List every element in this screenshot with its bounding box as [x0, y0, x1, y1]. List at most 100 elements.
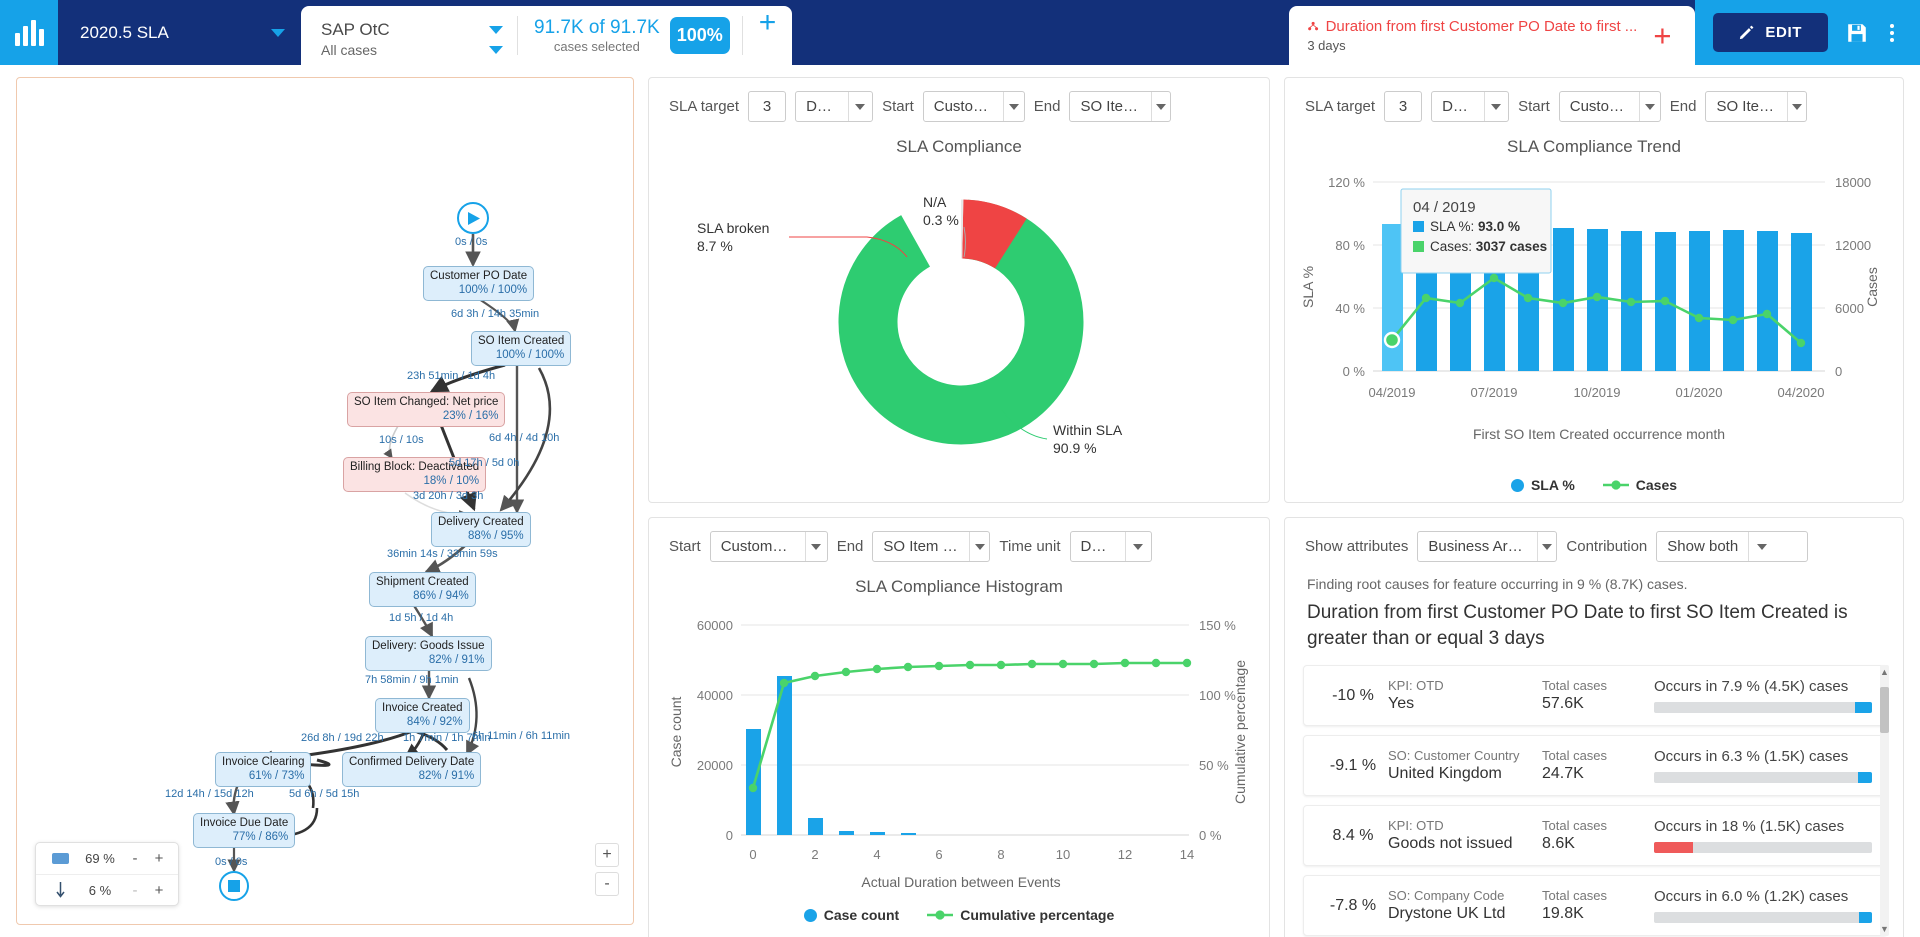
- chevron-down-icon: [489, 46, 503, 54]
- kebab-menu-icon[interactable]: [1886, 20, 1898, 46]
- sla-trend-chart[interactable]: 120 % 80 % 40 % 0 % 18000 12000 6000 0 S…: [1285, 157, 1903, 477]
- legend-item-cumulative[interactable]: Cumulative percentage: [927, 907, 1114, 923]
- map-zoom-controls: + -: [595, 843, 619, 896]
- sla-compliance-donut[interactable]: N/A 0.3 % SLA broken 8.7 % Within SLA 90…: [649, 157, 1269, 502]
- total-cases-label: Total cases: [1542, 818, 1654, 833]
- start-event-value: Custome...: [924, 98, 1003, 115]
- process-node-pct: 84% / 92%: [382, 715, 463, 729]
- legend-label-cumulative: Cumulative percentage: [960, 907, 1114, 923]
- edit-button[interactable]: EDIT: [1713, 13, 1828, 52]
- process-node-label: Delivery: Goods Issue: [372, 640, 485, 652]
- activity-slider-row[interactable]: 69 % - +: [36, 843, 178, 874]
- activity-slider-plus[interactable]: +: [149, 850, 169, 867]
- process-node-pct: 86% / 94%: [376, 589, 469, 603]
- contribution-percent: -9.1 %: [1318, 757, 1388, 775]
- save-icon[interactable]: [1846, 22, 1868, 44]
- process-node[interactable]: SO Item Changed: Net price 23% / 16%: [347, 392, 505, 427]
- zoom-in-button[interactable]: +: [595, 843, 619, 867]
- legend-dot-case-count: [804, 909, 817, 922]
- root-cause-row[interactable]: 8.4 % KPI: OTD Goods not issued Total ca…: [1303, 805, 1887, 866]
- datasource-selector[interactable]: SAP OtC: [321, 20, 503, 40]
- x-tick: 12: [1118, 847, 1132, 862]
- tooltip-title: 04 / 2019: [1413, 199, 1476, 216]
- path-slider-plus[interactable]: +: [149, 882, 169, 899]
- process-edge-label: 3d 20h / 3d 3h: [413, 490, 483, 502]
- root-cause-row[interactable]: -7.8 % SO: Company Code Drystone UK Ltd …: [1303, 875, 1887, 936]
- selection-percent-badge: 100%: [670, 17, 730, 54]
- contribution-select[interactable]: Show both: [1656, 531, 1808, 562]
- y2-tick: 18000: [1835, 175, 1871, 190]
- process-node-pct: 82% / 91%: [349, 769, 474, 783]
- tooltip-row-1: SLA %: 93.0 %: [1430, 219, 1520, 234]
- root-cause-row[interactable]: -9.1 % SO: Customer Country United Kingd…: [1303, 735, 1887, 796]
- process-node[interactable]: Delivery: Goods Issue 82% / 91%: [365, 636, 492, 671]
- total-cases-label: Total cases: [1542, 748, 1654, 763]
- show-attributes-select[interactable]: Business Area¸Co...: [1417, 531, 1557, 562]
- path-slider-minus[interactable]: -: [125, 882, 145, 899]
- process-node-label: Invoice Due Date: [200, 817, 288, 829]
- start-label: Start: [669, 538, 701, 555]
- process-node[interactable]: SO Item Created 100% / 100%: [471, 331, 571, 366]
- zoom-out-button[interactable]: -: [595, 872, 619, 896]
- timeunit-label: Time unit: [999, 538, 1060, 555]
- process-node[interactable]: Shipment Created 86% / 94%: [369, 572, 476, 607]
- sla-trend-panel: SLA target Days Start Custome... End SO …: [1284, 77, 1904, 503]
- process-map-panel[interactable]: 0s / 0s Customer PO Date 100% / 100% 6d …: [16, 77, 634, 925]
- occurrence-bar: [1654, 772, 1872, 783]
- y-tick: 20000: [697, 758, 733, 773]
- project-name: 2020.5 SLA: [80, 23, 169, 43]
- sla-unit-select[interactable]: Days: [1431, 91, 1509, 122]
- sla-unit-select[interactable]: Days: [795, 91, 873, 122]
- add-tab-button[interactable]: +: [743, 6, 793, 65]
- process-node[interactable]: Invoice Clearing 61% / 73%: [215, 752, 311, 787]
- chevron-down-icon: [1156, 104, 1166, 110]
- scroll-up-arrow[interactable]: ▲: [1880, 667, 1889, 677]
- hist-end-select[interactable]: SO Item Cre...: [872, 531, 990, 562]
- case-filter-name: All cases: [321, 42, 377, 58]
- root-cause-row[interactable]: -10 % KPI: OTD Yes Total cases 57.6K Occ…: [1303, 665, 1887, 726]
- scrollbar-thumb[interactable]: [1880, 687, 1889, 733]
- legend-item-sla[interactable]: SLA %: [1511, 477, 1575, 493]
- attribute-key: SO: Customer Country: [1388, 748, 1542, 763]
- add-kpi-button[interactable]: +: [1637, 18, 1687, 54]
- attribute-value: Drystone UK Ltd: [1388, 905, 1542, 923]
- activity-slider-minus[interactable]: -: [125, 850, 145, 867]
- start-label: Start: [1518, 98, 1550, 115]
- process-node[interactable]: Invoice Due Date 77% / 86%: [193, 813, 295, 848]
- occurrence-bar: [1654, 842, 1872, 853]
- histogram-controls: Start Customer P... End SO Item Cre... T…: [649, 518, 1269, 562]
- end-event-select[interactable]: SO Item C...: [1069, 91, 1171, 122]
- sla-trend-title: SLA Compliance Trend: [1285, 137, 1903, 157]
- x-tick: 10/2019: [1574, 385, 1621, 400]
- case-filter-selector[interactable]: All cases: [321, 42, 503, 58]
- sla-target-input[interactable]: [1384, 91, 1422, 122]
- root-cause-scrollbar[interactable]: ▲ ▼: [1880, 665, 1889, 936]
- process-node[interactable]: Invoice Created 84% / 92%: [375, 698, 470, 733]
- scroll-down-arrow[interactable]: ▼: [1880, 924, 1889, 934]
- process-edge-label: 10s / 10s: [379, 434, 424, 446]
- sla-histogram-chart[interactable]: 60000 40000 20000 0 150 % 100 % 50 % 0 %…: [649, 597, 1269, 907]
- project-selector[interactable]: 2020.5 SLA: [58, 0, 301, 65]
- start-event-select[interactable]: Custome...: [923, 91, 1025, 122]
- path-slider-row[interactable]: 6 % - +: [36, 874, 178, 905]
- x-tick: 6: [935, 847, 942, 862]
- start-event-select[interactable]: Custome...: [1559, 91, 1661, 122]
- process-node[interactable]: Confirmed Delivery Date 82% / 91%: [342, 752, 481, 787]
- end-label: End: [1670, 98, 1697, 115]
- y-tick: 0 %: [1343, 364, 1366, 379]
- trend-tooltip: 04 / 2019 SLA %: 93.0 % Cases: 3037 case…: [1401, 189, 1551, 273]
- process-node-label: Delivery Created: [438, 516, 524, 528]
- hist-timeunit-select[interactable]: Days: [1070, 531, 1152, 562]
- legend-item-case-count[interactable]: Case count: [804, 907, 899, 923]
- process-node[interactable]: Delivery Created 88% / 95%: [431, 512, 531, 547]
- kpi-tab[interactable]: Duration from first Customer PO Date to …: [1289, 6, 1695, 65]
- legend-item-cases[interactable]: Cases: [1603, 477, 1677, 493]
- attribute-value: United Kingdom: [1388, 765, 1542, 783]
- sla-unit-value: Days: [796, 98, 848, 115]
- sla-target-input[interactable]: [748, 91, 786, 122]
- app-logo[interactable]: [0, 0, 58, 65]
- end-event-select[interactable]: SO Item C...: [1705, 91, 1807, 122]
- process-node[interactable]: Customer PO Date 100% / 100%: [423, 266, 534, 301]
- y-tick: 60000: [697, 618, 733, 633]
- hist-start-select[interactable]: Customer P...: [710, 531, 828, 562]
